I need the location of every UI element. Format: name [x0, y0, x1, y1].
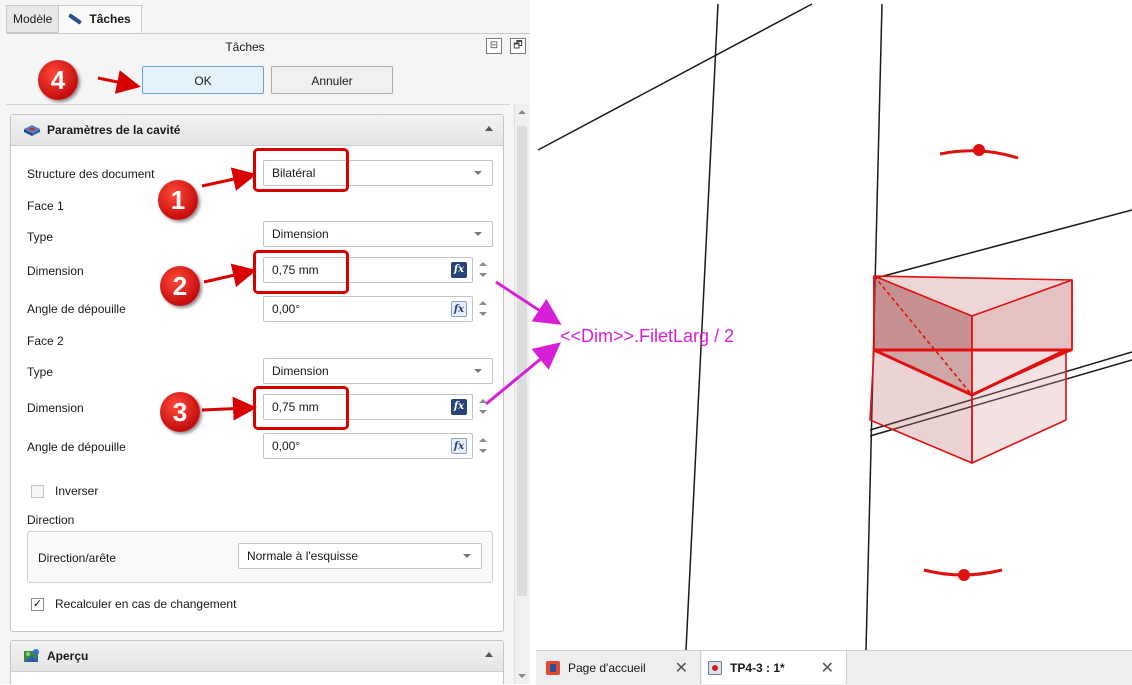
magenta-arrow-face1 — [495, 280, 562, 325]
document-icon — [708, 660, 722, 675]
pocket-preview-solid — [869, 275, 1073, 464]
document-tabs: Page d'accueil ✕ TP4-3 : 1* ✕ — [536, 650, 1132, 685]
tab-start-page[interactable]: Page d'accueil ✕ — [536, 651, 701, 684]
step-badge-3: 3 — [160, 392, 200, 432]
freecad-icon — [546, 660, 560, 675]
dragger-handle-bottom[interactable] — [958, 569, 970, 581]
formula-annotation: <<Dim>>.FiletLarg / 2 — [560, 326, 735, 346]
arrow-2 — [203, 263, 257, 288]
step-badge-4: 4 — [38, 60, 78, 100]
tab-document[interactable]: TP4-3 : 1* ✕ — [702, 651, 847, 684]
dragger-handle-top[interactable] — [973, 144, 985, 156]
arrow-1 — [201, 167, 257, 191]
construction-line — [875, 209, 1132, 279]
arrow-3 — [201, 396, 257, 421]
arrow-4 — [97, 70, 141, 94]
close-icon[interactable]: ✕ — [675, 658, 688, 678]
tab-document-label: TP4-3 : 1* — [730, 660, 785, 675]
3d-scene — [537, 3, 1132, 651]
3d-viewport[interactable] — [536, 0, 1132, 651]
step-badge-2: 2 — [160, 266, 200, 306]
magenta-arrow-face2 — [485, 342, 561, 406]
construction-line — [537, 3, 813, 151]
annotation-arrows — [97, 70, 257, 421]
tab-start-page-label: Page d'accueil — [568, 660, 646, 675]
close-icon[interactable]: ✕ — [821, 658, 834, 678]
step-badge-1: 1 — [158, 180, 198, 220]
